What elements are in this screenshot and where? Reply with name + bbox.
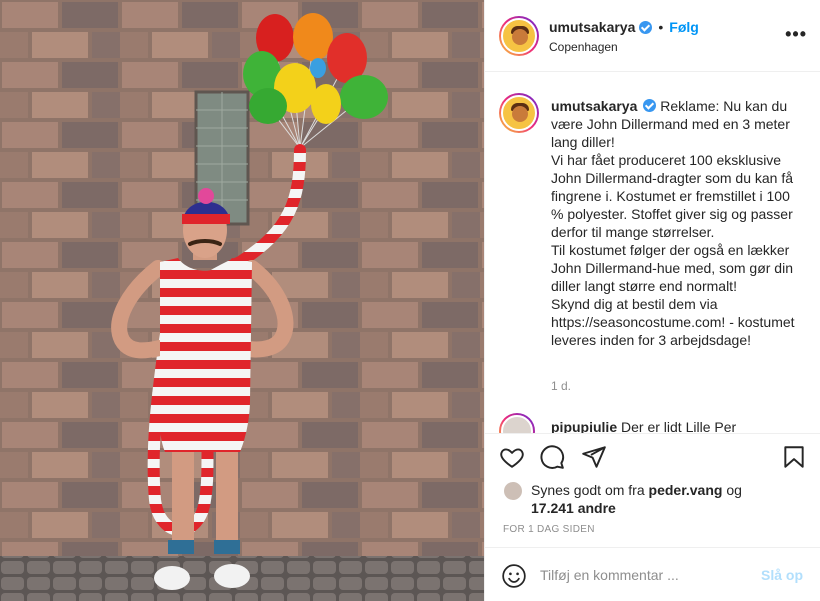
- bookmark-icon[interactable]: [781, 444, 809, 472]
- caption-author-avatar[interactable]: [499, 93, 539, 133]
- caption-text: Reklame: Nu kan du være John Dillermand …: [551, 98, 795, 348]
- post-photo[interactable]: [0, 0, 484, 601]
- likes-conj: og: [722, 482, 742, 498]
- comment-text: Der er lidt Lille Per: [621, 419, 737, 433]
- author-line: umutsakarya • Følg: [549, 19, 699, 35]
- comment-text-line: pipupiulie Der er lidt Lille Per: [551, 419, 736, 433]
- post-comment-button[interactable]: Slå op: [761, 567, 803, 583]
- commenter-avatar[interactable]: [499, 413, 535, 433]
- post-header: umutsakarya • Følg Copenhagen •••: [485, 0, 820, 72]
- likes-summary: Synes godt om fra peder.vang og 17.241 a…: [503, 481, 803, 517]
- commenter-username[interactable]: pipupiulie: [551, 419, 617, 433]
- share-icon[interactable]: [581, 444, 609, 472]
- post-details-panel: umutsakarya • Følg Copenhagen ••• umutsa…: [484, 0, 820, 601]
- caption-author-username[interactable]: umutsakarya: [551, 98, 637, 114]
- author-avatar[interactable]: [499, 16, 539, 56]
- heart-icon[interactable]: [499, 444, 527, 472]
- post-photo-illustration: [0, 0, 484, 601]
- liker-avatar[interactable]: [503, 481, 523, 501]
- liker-username[interactable]: peder.vang: [649, 482, 723, 498]
- post-caption: umutsakarya Reklame: Nu kan du være John…: [551, 97, 801, 349]
- caption-age: 1 d.: [551, 379, 572, 393]
- follow-button[interactable]: Følg: [669, 19, 699, 35]
- likes-prefix: Synes godt om fra: [531, 482, 649, 498]
- post-actions: Synes godt om fra peder.vang og 17.241 a…: [485, 433, 820, 601]
- post-timestamp[interactable]: FOR 1 DAG SIDEN: [503, 524, 595, 535]
- comment-icon[interactable]: [539, 444, 567, 472]
- comment-item: pipupiulie Der er lidt Lille Per: [499, 413, 809, 433]
- likes-text: Synes godt om fra peder.vang og 17.241 a…: [531, 481, 742, 517]
- likes-count[interactable]: 17.241 andre: [531, 500, 616, 516]
- more-options-icon[interactable]: •••: [785, 24, 807, 45]
- verified-badge-icon: [639, 20, 653, 34]
- comment-input[interactable]: [540, 564, 750, 586]
- separator-dot: •: [658, 19, 664, 35]
- action-icon-row: [499, 444, 809, 474]
- post-location[interactable]: Copenhagen: [549, 40, 618, 54]
- emoji-icon[interactable]: [501, 563, 527, 589]
- author-username[interactable]: umutsakarya: [549, 19, 635, 35]
- verified-badge-icon: [643, 99, 657, 112]
- caption-area: umutsakarya Reklame: Nu kan du være John…: [485, 73, 820, 433]
- add-comment-bar: Slå op: [485, 547, 820, 601]
